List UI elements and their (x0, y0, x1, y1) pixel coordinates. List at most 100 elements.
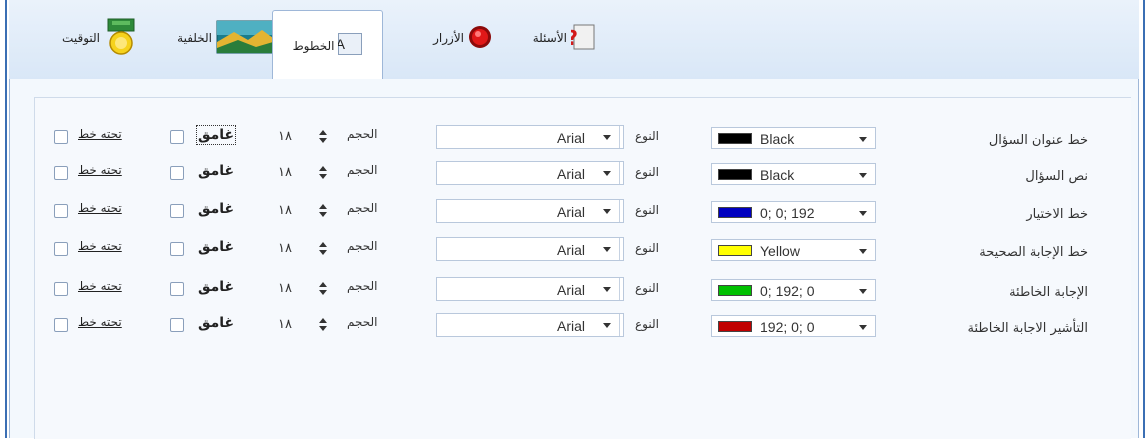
landscape-picture-icon (216, 20, 274, 57)
spin-up-icon[interactable] (319, 130, 327, 135)
size-label: الحجم (347, 201, 378, 215)
color-dropdown[interactable]: Yellow (711, 239, 876, 261)
divider (619, 278, 620, 300)
font-dropdown[interactable]: Arial (436, 237, 624, 261)
bold-checkbox[interactable] (170, 242, 184, 256)
font-dropdown[interactable]: Arial (436, 313, 624, 337)
size-stepper[interactable]: ١٨ (270, 313, 336, 337)
spin-up-icon[interactable] (319, 318, 327, 323)
spin-down-icon[interactable] (319, 250, 327, 255)
font-value: Arial (557, 204, 586, 220)
font-row-correct-answer: خط الإجابة الصحيحة Yellow النوع Arial ال… (0, 237, 1148, 267)
size-label: الحجم (347, 239, 378, 253)
size-label: الحجم (347, 163, 378, 177)
spin-down-icon[interactable] (319, 290, 327, 295)
size-value: ١٨ (278, 317, 292, 332)
color-value: Yellow (760, 243, 800, 259)
tab-questions[interactable]: ? الأسئلة (517, 18, 597, 58)
underline-checkbox[interactable] (54, 282, 68, 296)
underline-checkbox[interactable] (54, 204, 68, 218)
type-label: النوع (635, 241, 659, 255)
color-value: Black (760, 131, 795, 147)
size-label: الحجم (347, 279, 378, 293)
row-label: الإجابة الخاطئة (1009, 285, 1088, 300)
color-dropdown[interactable]: 0; 0; 192 (711, 201, 876, 223)
row-label: التأشير الاجابة الخاطئة (967, 321, 1089, 336)
color-swatch (718, 207, 752, 218)
color-value: 0; 0; 192 (760, 205, 815, 221)
tab-timing[interactable]: التوقيت (42, 18, 138, 58)
chevron-down-icon (859, 173, 867, 178)
divider (619, 238, 620, 260)
bold-label: غامق (198, 163, 235, 179)
row-label: خط الاختيار (1026, 207, 1088, 222)
row-label: نص السؤال (1025, 169, 1088, 184)
color-dropdown[interactable]: 192; 0; 0 (711, 315, 876, 337)
chevron-down-icon (859, 211, 867, 216)
bold-label: غامق (198, 239, 235, 255)
underline-checkbox[interactable] (54, 242, 68, 256)
font-dropdown[interactable]: Arial (436, 277, 624, 301)
color-dropdown[interactable]: Black (711, 127, 876, 149)
font-row-question-title: خط عنوان السؤال Black النوع Arial الحجم … (0, 125, 1148, 155)
chevron-down-icon (603, 287, 611, 292)
spin-down-icon[interactable] (319, 138, 327, 143)
chevron-down-icon (603, 247, 611, 252)
spin-down-icon[interactable] (319, 212, 327, 217)
color-swatch (718, 169, 752, 180)
spin-up-icon[interactable] (319, 282, 327, 287)
size-stepper[interactable]: ١٨ (270, 161, 336, 185)
bold-label: غامق (198, 279, 235, 295)
bold-checkbox[interactable] (170, 166, 184, 180)
tab-questions-label: الأسئلة (532, 31, 567, 45)
spin-up-icon[interactable] (319, 166, 327, 171)
color-swatch (718, 285, 752, 296)
size-stepper[interactable]: ١٨ (270, 277, 336, 301)
size-value: ١٨ (278, 281, 292, 296)
tab-timing-label: التوقيت (62, 31, 100, 45)
bold-checkbox[interactable] (170, 318, 184, 332)
tab-background-label: الخلفية (177, 31, 212, 45)
underline-label: تحته خط (78, 315, 122, 329)
underline-label: تحته خط (78, 163, 122, 177)
underline-label: تحته خط (78, 127, 122, 141)
size-stepper[interactable]: ١٨ (270, 125, 336, 149)
medal-timer-icon (104, 17, 138, 60)
tab-background[interactable]: الخلفية (159, 18, 274, 58)
size-label: الحجم (347, 127, 378, 141)
spin-up-icon[interactable] (319, 204, 327, 209)
underline-checkbox[interactable] (54, 318, 68, 332)
size-stepper[interactable]: ١٨ (270, 199, 336, 223)
color-dropdown[interactable]: 0; 192; 0 (711, 279, 876, 301)
spin-down-icon[interactable] (319, 326, 327, 331)
bold-checkbox[interactable] (170, 130, 184, 144)
spin-down-icon[interactable] (319, 174, 327, 179)
font-value: Arial (557, 242, 586, 258)
color-swatch (718, 321, 752, 332)
divider (619, 314, 620, 336)
underline-checkbox[interactable] (54, 166, 68, 180)
spin-up-icon[interactable] (319, 242, 327, 247)
color-dropdown[interactable]: Black (711, 163, 876, 185)
chevron-down-icon (603, 135, 611, 140)
divider (619, 200, 620, 222)
tab-fonts[interactable]: A ▲ ▼ الخطوط (272, 10, 383, 80)
tab-fonts-label: الخطوط (292, 38, 335, 53)
bold-checkbox[interactable] (170, 282, 184, 296)
size-label: الحجم (347, 315, 378, 329)
size-stepper[interactable]: ١٨ (270, 237, 336, 261)
size-value: ١٨ (278, 241, 292, 256)
underline-checkbox[interactable] (54, 130, 68, 144)
tab-buttons[interactable]: الأزرار (404, 18, 492, 58)
chevron-down-icon (603, 171, 611, 176)
size-value: ١٨ (278, 165, 292, 180)
font-value: Arial (557, 282, 586, 298)
size-value: ١٨ (278, 129, 292, 144)
font-dropdown[interactable]: Arial (436, 125, 624, 149)
font-dropdown[interactable]: Arial (436, 161, 624, 185)
font-dropdown[interactable]: Arial (436, 199, 624, 223)
chevron-down-icon (859, 289, 867, 294)
bold-checkbox[interactable] (170, 204, 184, 218)
underline-label: تحته خط (78, 239, 122, 253)
type-label: النوع (635, 129, 659, 143)
